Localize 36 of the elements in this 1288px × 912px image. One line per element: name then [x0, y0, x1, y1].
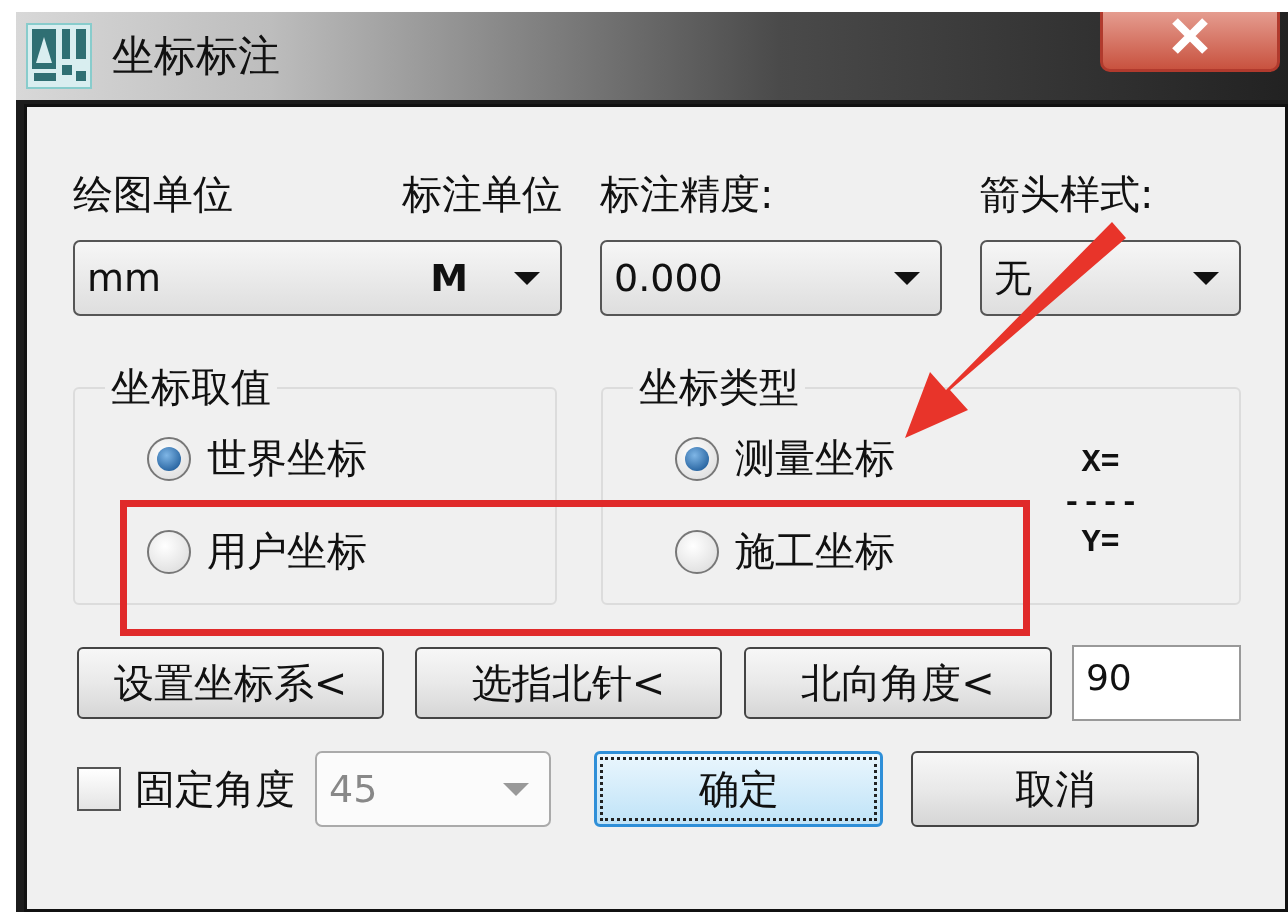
- dropdown[interactable]: mm M: [73, 240, 562, 316]
- coordinate-label: Y=: [1081, 523, 1120, 563]
- divider-text: ----: [1062, 483, 1139, 523]
- radio-label: 用户坐标: [207, 527, 367, 576]
- close-icon: [1170, 16, 1210, 56]
- field-label: 标注精度:: [600, 171, 774, 217]
- radio-label: 世界坐标: [207, 434, 367, 483]
- group-title: 坐标取值: [110, 363, 272, 412]
- dropdown[interactable]: 0.000: [600, 240, 942, 316]
- window-title: 坐标标注: [112, 30, 280, 82]
- caret-icon: [501, 781, 531, 797]
- ok-button[interactable]: 确定: [594, 751, 883, 827]
- pick-button[interactable]: 北向角度<: [743, 647, 1052, 719]
- radio-label: 测量坐标: [735, 434, 895, 483]
- pick-button[interactable]: 选指北针<: [415, 647, 722, 719]
- unit-label: M: [430, 256, 468, 300]
- caret-icon: [512, 270, 542, 286]
- radio-button[interactable]: [675, 436, 719, 481]
- caret-icon: [892, 270, 922, 286]
- radio-label: 施工坐标: [735, 527, 895, 576]
- caret-icon: [1191, 270, 1221, 286]
- group-title: 坐标类型: [638, 363, 800, 412]
- checkbox-label: 固定角度: [135, 764, 295, 814]
- dropdown[interactable]: 无: [980, 240, 1241, 316]
- app-icon: [26, 23, 92, 89]
- radio-button[interactable]: [147, 436, 191, 481]
- field-label: 绘图单位: [73, 170, 233, 219]
- cancel-button[interactable]: 取消: [911, 751, 1199, 827]
- input-field[interactable]: 90: [1071, 645, 1241, 721]
- pick-button[interactable]: 设置坐标系<: [77, 647, 384, 719]
- field-label: 标注单位: [402, 170, 562, 219]
- coordinate-label: X=: [1081, 443, 1120, 483]
- field-label: 箭头样式:: [980, 171, 1154, 217]
- radio-button[interactable]: [675, 529, 719, 574]
- close-button[interactable]: [1100, 12, 1280, 72]
- radio-button[interactable]: [147, 529, 191, 574]
